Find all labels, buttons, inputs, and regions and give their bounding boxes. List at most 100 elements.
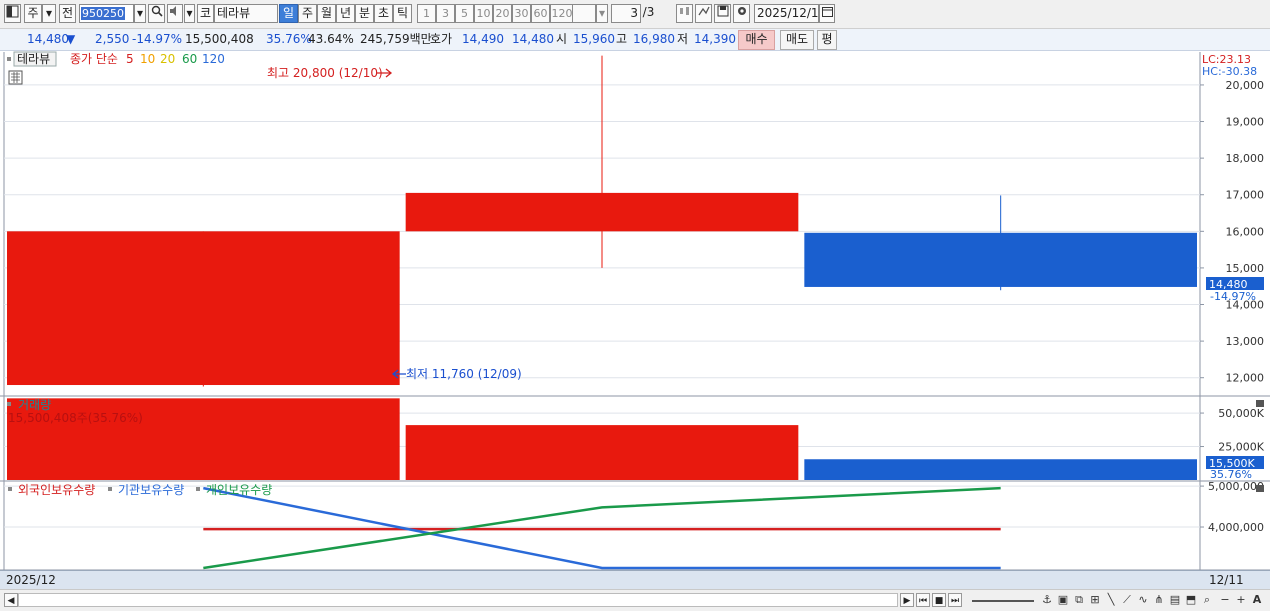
low-label: 저 [677, 32, 689, 46]
holdings-legend-item[interactable]: 외국인보유수량 [18, 483, 95, 497]
hc-label: HC:-30.38 [1202, 65, 1257, 78]
ma-legend-item[interactable]: 120 [202, 52, 225, 66]
save-icon[interactable] [714, 4, 731, 23]
ma-legend-item[interactable]: 10 [140, 52, 155, 66]
export-icon[interactable]: ⬒ [1184, 593, 1198, 607]
window-toggle-icon[interactable] [4, 4, 21, 23]
open-price: 15,960 [573, 32, 615, 46]
stock-type-button[interactable]: 주 [24, 4, 42, 23]
interval-button[interactable]: 30 [512, 4, 531, 23]
period-button[interactable]: 분 [355, 4, 374, 23]
horizontal-scrollbar[interactable] [18, 593, 898, 607]
wave-tool-icon[interactable]: ∿ [1136, 593, 1150, 607]
fast-forward-icon[interactable]: ⏭ [948, 593, 962, 607]
interval-button[interactable]: 3 [436, 4, 455, 23]
gear-icon[interactable] [733, 4, 750, 23]
price-tick-label: 20,000 [1226, 79, 1265, 92]
grid-icon[interactable]: ⊞ [1088, 593, 1102, 607]
draw-tool-icon[interactable] [695, 4, 712, 23]
speaker-dropdown-icon[interactable]: ▾ [184, 4, 195, 23]
high-label: 고 [616, 32, 628, 46]
close-panel-icon[interactable] [1256, 400, 1264, 407]
zoom-in-icon[interactable]: + [1234, 593, 1248, 607]
buy-button[interactable]: 매수 [738, 30, 775, 50]
zoom-out-icon[interactable]: − [1218, 593, 1232, 607]
table-icon[interactable] [8, 70, 23, 85]
hoga-label: 호가 [430, 32, 453, 46]
candle-body[interactable] [405, 192, 799, 232]
volume-bar[interactable] [804, 459, 1197, 480]
volume-panel-label[interactable]: 거래량 [18, 398, 51, 412]
ma-legend-item[interactable]: 60 [182, 52, 197, 66]
candle-body[interactable] [7, 231, 400, 386]
panel-marker-icon [108, 487, 112, 491]
volume-bar[interactable] [405, 425, 799, 480]
compare-icon[interactable] [676, 4, 693, 23]
volume-value-label: 15,500,408주(35.76%) [8, 411, 143, 425]
ma-legend-item[interactable]: 20 [160, 52, 175, 66]
calendar-icon[interactable] [819, 4, 835, 23]
date-input[interactable]: 2025/12/11 [754, 4, 819, 23]
interval-button[interactable]: 120 [550, 4, 574, 23]
interval-button[interactable]: 10 [474, 4, 493, 23]
price-tick-label: 18,000 [1226, 152, 1265, 165]
kosdaq-button[interactable]: 코 [197, 4, 214, 23]
image-icon[interactable]: ▤ [1168, 593, 1182, 607]
copy-icon[interactable]: ⧉ [1072, 593, 1086, 607]
interval-button[interactable]: 20 [493, 4, 512, 23]
stop-icon[interactable]: ■ [932, 593, 946, 607]
price-change-pct: -14.97% [132, 32, 183, 46]
search-icon[interactable] [148, 4, 165, 23]
down-arrow-icon: ▼ [66, 32, 76, 46]
page-number-input[interactable]: 3 [611, 4, 641, 23]
period-button[interactable]: 초 [374, 4, 393, 23]
trend-tool-icon[interactable]: ⟋ [1120, 593, 1134, 607]
interval-button[interactable]: 60 [531, 4, 550, 23]
rewind-icon[interactable]: ⏮ [916, 593, 930, 607]
low-annotation: 최저 11,760 (12/09) [406, 367, 522, 381]
period-button[interactable]: 주 [298, 4, 317, 23]
period-button[interactable]: 월 [317, 4, 336, 23]
period-button[interactable]: 년 [336, 4, 355, 23]
stock-code-input[interactable]: 950250 [79, 4, 134, 23]
period-button[interactable]: 틱 [393, 4, 412, 23]
average-button[interactable]: 평 [817, 30, 837, 50]
all-market-button[interactable]: 전 [59, 4, 76, 23]
anchor-icon[interactable]: ⚓ [1040, 593, 1054, 607]
zoom-slider[interactable] [972, 600, 1034, 602]
code-dropdown-icon[interactable]: ▾ [134, 4, 146, 23]
chart-area[interactable]: 20,000 19,000 18,000 17,000 16,000 15,000 14,0… [0, 51, 1270, 589]
stock-type-dropdown-icon[interactable]: ▾ [42, 4, 56, 23]
period-button[interactable]: 일 [279, 4, 298, 23]
date-axis-right: 12/11 [1209, 573, 1244, 587]
scroll-right-icon[interactable]: ▶ [900, 593, 914, 607]
close-panel-icon[interactable] [1256, 485, 1264, 492]
stock-name-field[interactable]: 테라뷰 [214, 4, 278, 23]
holdings-legend-item[interactable]: 개인보유수량 [206, 483, 272, 497]
ask-price: 14,480 [512, 32, 554, 46]
holdings-legend-item[interactable]: 기관보유수량 [118, 483, 184, 497]
toolbar: 주 ▾ 전 950250 ▾ ▾ 코 테라뷰 일주월년분초틱 1 3 5 10 20 30… [0, 0, 1270, 29]
ratio-pct: 43.64% [308, 32, 354, 46]
panel-marker-icon [7, 57, 11, 61]
font-size-icon[interactable]: A [1250, 593, 1264, 607]
ma-legend-label[interactable]: 종가 단순 [70, 52, 118, 66]
interval-dropdown-icon[interactable]: ▾ [596, 4, 608, 23]
ma-legend-item[interactable]: 5 [126, 52, 134, 66]
interval-button[interactable]: 1 [417, 4, 436, 23]
holdings-tick-label: 5,000,000 [1208, 480, 1264, 493]
interval-button[interactable]: 5 [455, 4, 474, 23]
line-tool-icon[interactable]: ╲ [1104, 593, 1118, 607]
quote-info-bar: 14,480 ▼ 2,550 -14.97% 15,500,408 35.76%… [0, 29, 1270, 51]
sell-button[interactable]: 매도 [780, 30, 814, 50]
interval-custom-input[interactable] [572, 4, 596, 23]
window-icon[interactable]: ▣ [1056, 593, 1070, 607]
candle-body[interactable] [804, 232, 1197, 287]
scroll-left-icon[interactable]: ◀ [4, 593, 18, 607]
chart-canvas[interactable]: 20,00019,00018,00017,00016,00015,00014,0… [0, 51, 1270, 571]
low-price: 14,390 [694, 32, 736, 46]
turnover-pct: 35.76% [266, 32, 312, 46]
zoom-icon[interactable]: ⌕ [1200, 593, 1214, 607]
speaker-icon[interactable] [167, 4, 183, 23]
fork-tool-icon[interactable]: ⋔ [1152, 593, 1166, 607]
